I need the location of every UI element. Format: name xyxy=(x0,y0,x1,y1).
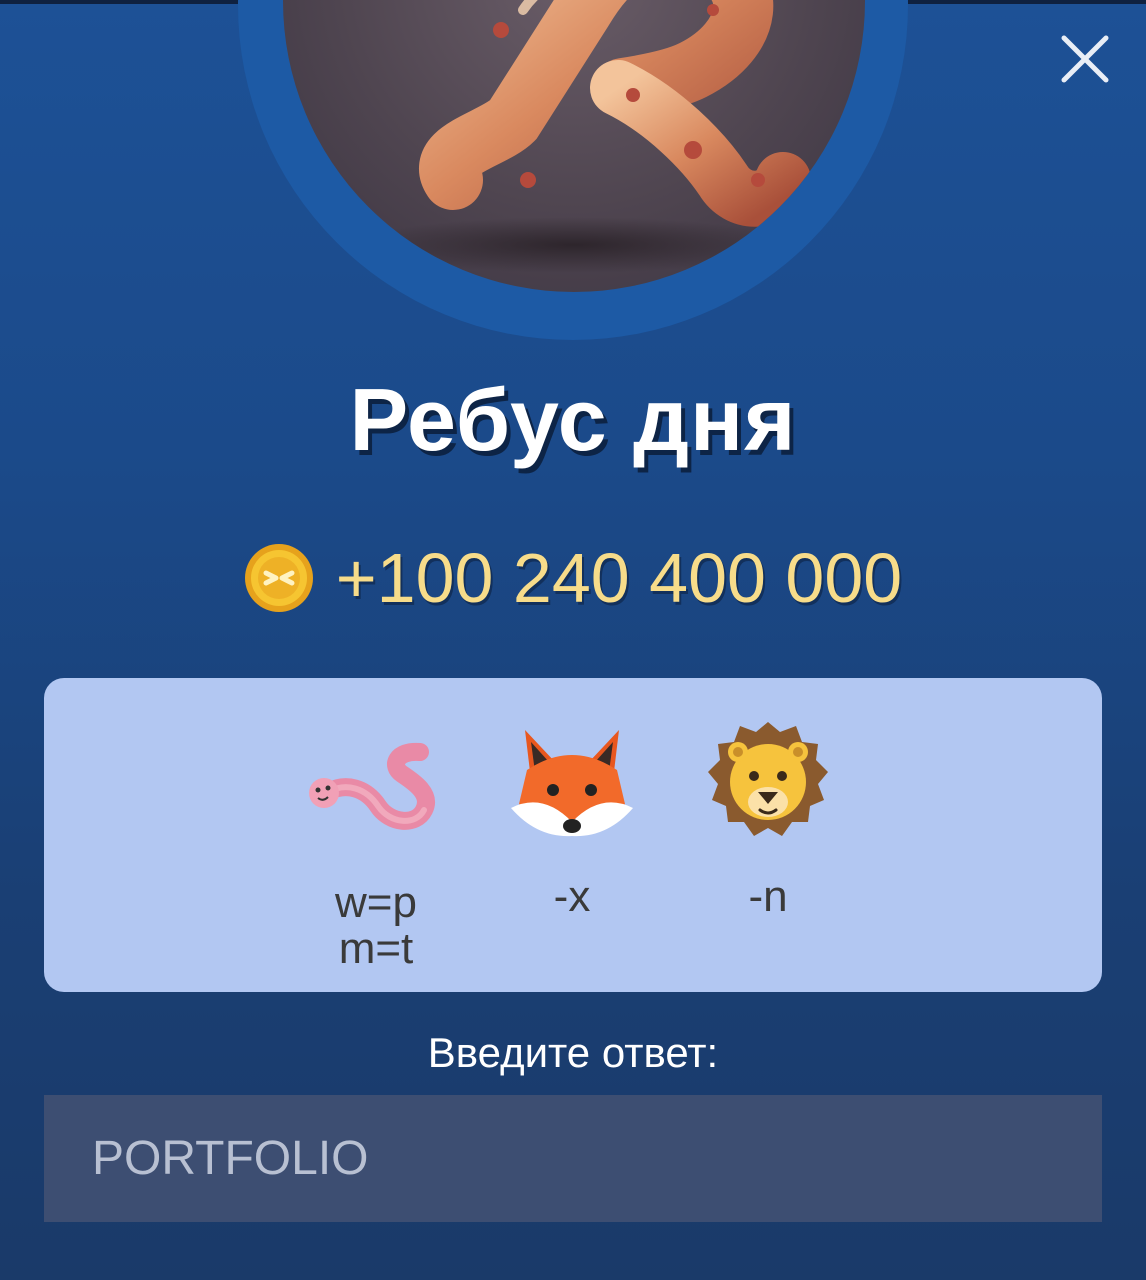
rebus-hint: w=p m=t xyxy=(335,878,417,973)
answer-label: Введите ответ: xyxy=(427,1029,719,1076)
lion-icon xyxy=(708,722,828,836)
rebus-item: -x xyxy=(492,722,652,920)
rebus-card: w=p m=t -x -n xyxy=(44,678,1102,992)
close-button[interactable] xyxy=(1058,32,1112,86)
fox-icon xyxy=(511,730,633,837)
rebus-item: -n xyxy=(688,718,848,920)
answer-input[interactable] xyxy=(44,1095,1102,1222)
page-title: Ребус дня xyxy=(349,370,797,469)
coin-icon xyxy=(244,544,313,612)
close-icon xyxy=(1061,35,1109,83)
worm-icon xyxy=(309,742,435,830)
letter-r-avatar-icon xyxy=(283,0,865,292)
rebus-item: w=p m=t xyxy=(296,730,456,972)
rebus-hint: -x xyxy=(553,872,591,921)
rebus-hint: -n xyxy=(748,872,788,921)
reward-amount: +100 240 400 000 xyxy=(335,539,903,617)
reward-row: +100 240 400 000 xyxy=(0,538,1146,618)
